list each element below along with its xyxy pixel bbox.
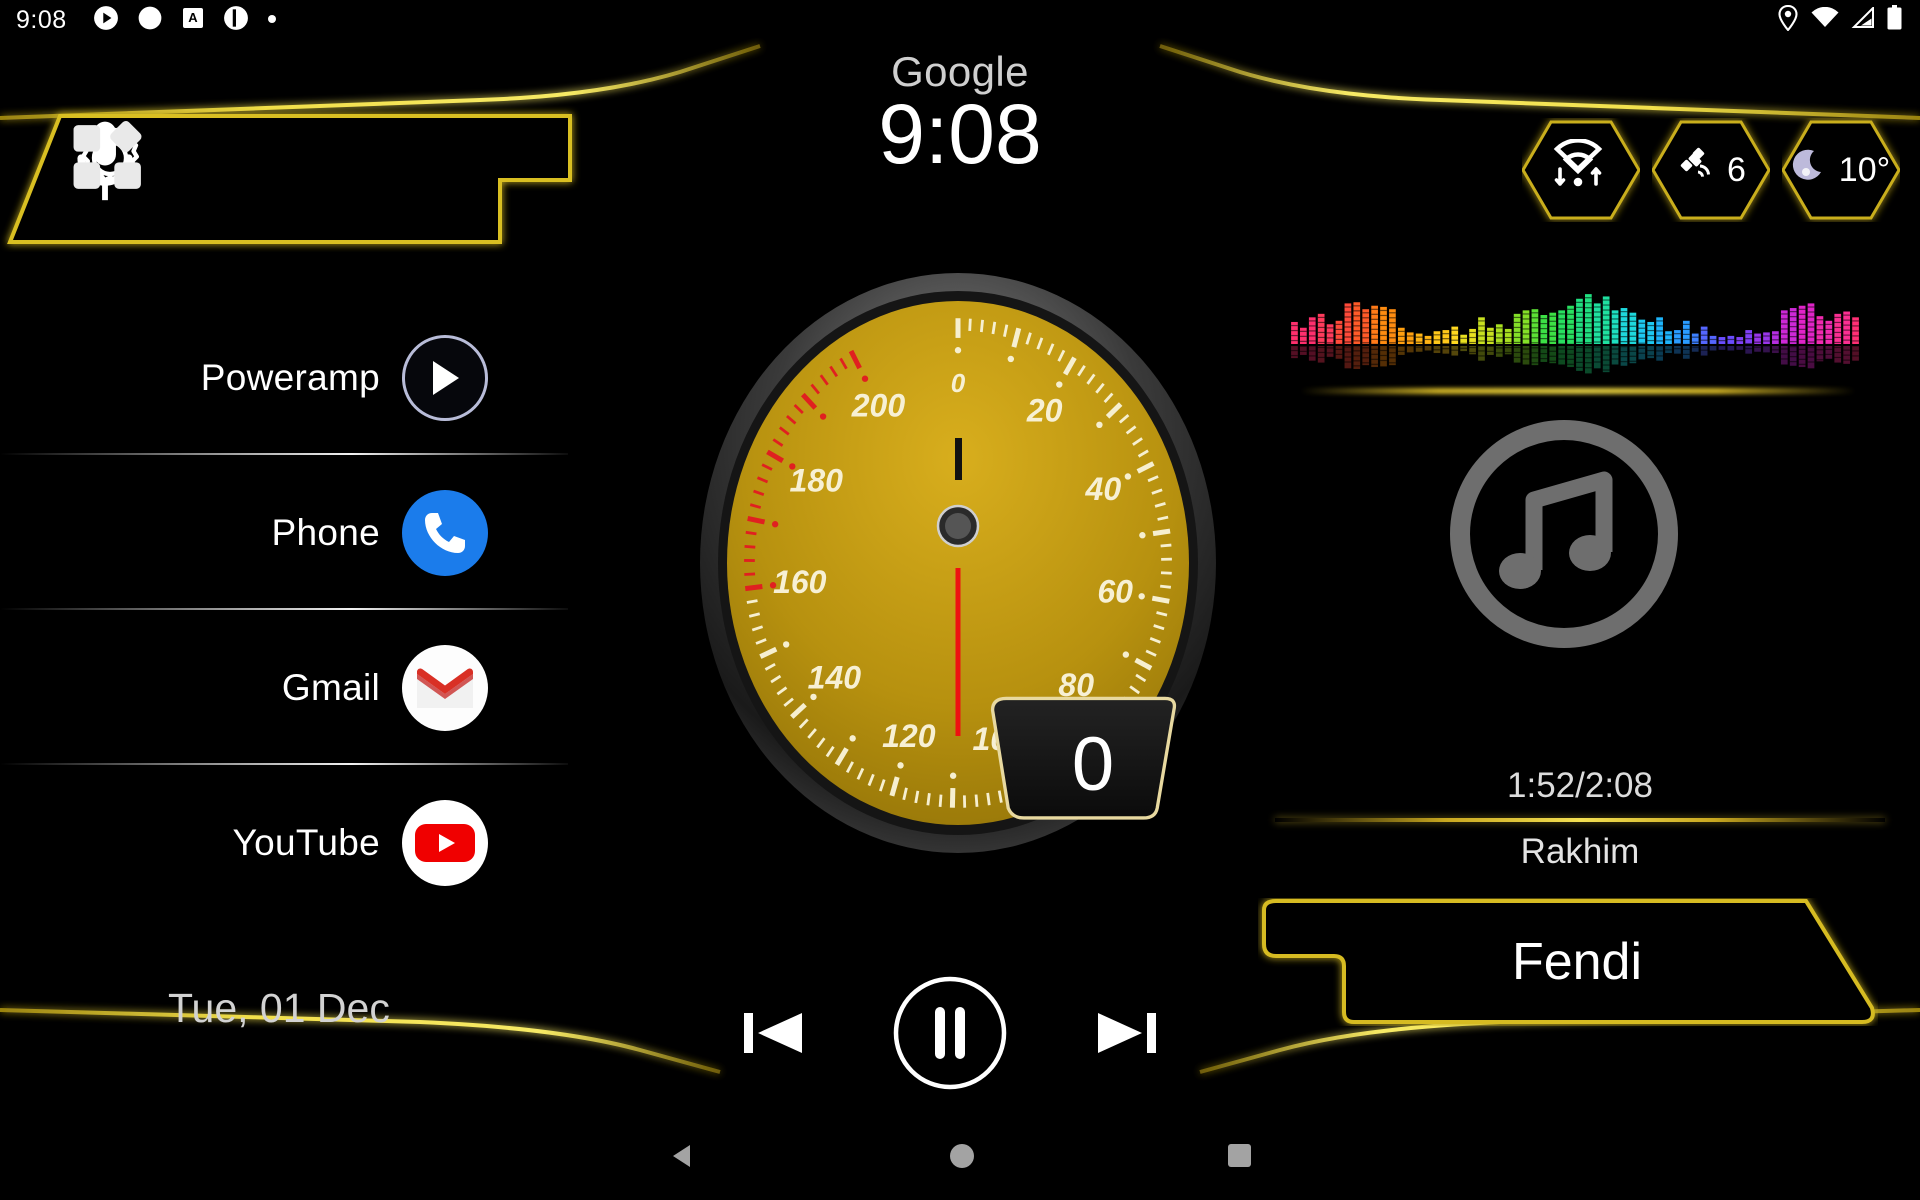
- temperature-label: 10°: [1838, 150, 1891, 189]
- album-art-placeholder[interactable]: [1442, 412, 1687, 657]
- home-button[interactable]: [948, 1142, 976, 1175]
- track-title-panel[interactable]: Fendi: [1258, 898, 1878, 1026]
- svg-text:20: 20: [1026, 392, 1063, 428]
- visualizer-glow-line: [1300, 388, 1856, 394]
- youtube-icon: [402, 799, 488, 886]
- phone-icon: [402, 489, 488, 576]
- quick-actions-panel: [0, 72, 600, 252]
- battery-icon: [1887, 5, 1902, 35]
- android-nav-bar: [0, 1116, 1920, 1200]
- svg-text:200: 200: [851, 387, 906, 423]
- media-controls: [740, 965, 1160, 1105]
- satellite-icon: [1676, 144, 1720, 197]
- svg-text:120: 120: [882, 718, 936, 754]
- gmail-icon: [402, 644, 488, 731]
- skip-next-icon: [1094, 1005, 1160, 1066]
- wifi-transfer-icon: [1549, 137, 1607, 202]
- location-pin-icon: [1777, 4, 1799, 36]
- play-circle-icon: [93, 5, 119, 36]
- svg-text:A: A: [188, 10, 198, 25]
- dot-icon: [267, 11, 277, 29]
- status-bar-clock: 9:08: [16, 5, 67, 34]
- track-divider: [1275, 818, 1885, 822]
- app-row-youtube[interactable]: YouTube: [0, 765, 580, 920]
- wifi-status-badge[interactable]: [1521, 118, 1641, 222]
- recents-square-icon: [1226, 1144, 1253, 1173]
- wifi-icon: [1811, 6, 1839, 34]
- svg-text:180: 180: [790, 462, 844, 498]
- svg-text:60: 60: [1097, 573, 1133, 609]
- app-notification-icon: [223, 5, 249, 36]
- moon-icon: [1792, 146, 1832, 195]
- android-auto-icon: A: [181, 6, 205, 35]
- svg-text:0: 0: [951, 368, 966, 398]
- app-label: Poweramp: [200, 356, 380, 398]
- music-note-icon: [1450, 420, 1678, 648]
- gps-satellite-count: 6: [1727, 150, 1746, 189]
- pause-icon: [890, 973, 1010, 1098]
- next-track-button[interactable]: [1094, 1005, 1160, 1066]
- back-button[interactable]: [668, 1141, 698, 1176]
- svg-text:160: 160: [773, 564, 827, 600]
- app-label: YouTube: [232, 821, 380, 863]
- app-row-gmail[interactable]: Gmail: [0, 610, 580, 765]
- app-row-poweramp[interactable]: Poweramp: [0, 300, 580, 455]
- date-label: Tue, 01 Dec: [168, 985, 390, 1031]
- svg-text:140: 140: [808, 660, 862, 696]
- skip-previous-icon: [740, 1005, 806, 1066]
- cell-signal-icon: [1851, 5, 1875, 34]
- app-label: Gmail: [281, 666, 380, 708]
- track-title: Fendi: [1511, 933, 1643, 991]
- car-launcher-home: 9:08 A Google 9:08 6 10° Poweramp Phone …: [0, 0, 1920, 1200]
- svg-text:40: 40: [1085, 471, 1122, 507]
- speedometer-gauge: 020406080100120140160180200 0: [638, 268, 1278, 858]
- app-label: Phone: [271, 511, 380, 553]
- status-bar-notification-icons: A: [93, 5, 277, 36]
- recents-button[interactable]: [1226, 1142, 1253, 1174]
- status-badges: 6 10°: [1521, 118, 1901, 222]
- status-bar-system-icons: [1777, 4, 1902, 36]
- poweramp-play-icon: [402, 334, 488, 421]
- app-row-phone[interactable]: Phone: [0, 455, 580, 610]
- track-progress-time: 1:52/2:08: [1507, 766, 1653, 805]
- record-circle-icon: [137, 5, 163, 36]
- play-pause-button[interactable]: [890, 973, 1010, 1098]
- home-circle-icon: [948, 1143, 976, 1174]
- back-triangle-icon: [668, 1144, 698, 1175]
- weather-badge[interactable]: 10°: [1781, 118, 1901, 222]
- android-status-bar: 9:08 A: [0, 0, 1920, 40]
- previous-track-button[interactable]: [740, 1005, 806, 1066]
- gauge-digital-readout: 0: [1072, 722, 1114, 807]
- gps-status-badge[interactable]: 6: [1651, 118, 1771, 222]
- track-artist: Rakhim: [1520, 832, 1640, 871]
- app-shortcut-list: Poweramp Phone Gmail YouTube: [0, 300, 580, 920]
- spectrum-visualizer: [1290, 286, 1860, 396]
